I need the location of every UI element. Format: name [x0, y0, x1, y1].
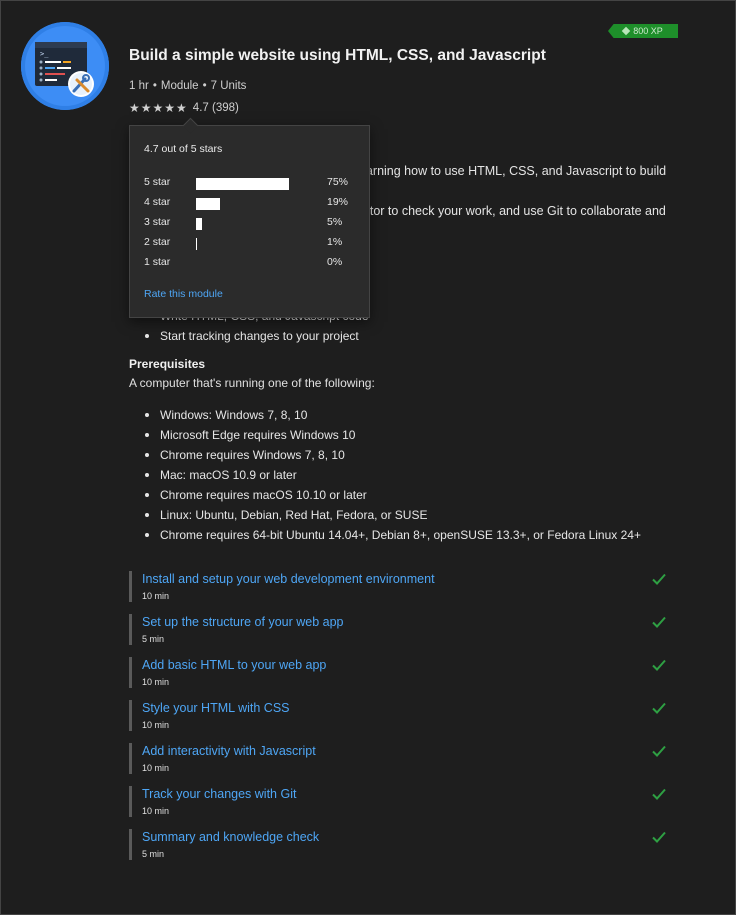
- unit-indicator-bar: [129, 657, 132, 688]
- rate-module-link[interactable]: Rate this module: [144, 288, 223, 300]
- unit-indicator-bar: [129, 700, 132, 731]
- rating-distribution: 5 star 75% 4 star 19% 3 star 5% 2 star 1…: [144, 176, 359, 276]
- checkmark-icon: [652, 573, 666, 585]
- list-item: Start tracking changes to your project: [129, 326, 689, 346]
- list-item: Chrome requires macOS 10.10 or later: [129, 485, 709, 505]
- code-editor-tools-icon: >_: [35, 42, 94, 97]
- unit-title-link[interactable]: Install and setup your web development e…: [142, 572, 435, 586]
- rating-bar-fill: [196, 238, 198, 250]
- rating-row-percent: 19%: [327, 196, 349, 208]
- checkmark-icon: [652, 831, 666, 843]
- rating-popover-headline: 4.7 out of 5 stars: [144, 143, 223, 155]
- list-item: Chrome requires 64-bit Ubuntu 14.04+, De…: [129, 525, 709, 545]
- unit-indicator-bar: [129, 743, 132, 774]
- rating-bar-track: [196, 198, 320, 210]
- unit-duration: 5 min: [142, 849, 165, 859]
- meta-separator: •: [152, 80, 157, 92]
- unit-duration: 10 min: [142, 806, 170, 816]
- rating-row: 5 star 75%: [144, 176, 359, 196]
- unit-title-link[interactable]: Set up the structure of your web app: [142, 615, 344, 629]
- rating-bar-track: [196, 178, 320, 190]
- prerequisites-heading: Prerequisites: [129, 357, 206, 371]
- unit-item[interactable]: Install and setup your web development e…: [129, 571, 669, 614]
- module-duration: 1 hr: [129, 80, 149, 92]
- xp-badge: 800 XP: [608, 24, 678, 38]
- unit-indicator-bar: [129, 571, 132, 602]
- rating-bar-track: [196, 218, 320, 230]
- rating-row: 3 star 5%: [144, 216, 359, 236]
- unit-item[interactable]: Track your changes with Git 10 min: [129, 786, 669, 829]
- checkmark-icon: [652, 659, 666, 671]
- unit-title-link[interactable]: Add basic HTML to your web app: [142, 658, 326, 672]
- unit-item[interactable]: Add interactivity with Javascript 10 min: [129, 743, 669, 786]
- xp-value: 800 XP: [633, 26, 663, 36]
- meta-separator: •: [202, 80, 207, 92]
- rating-popover: 4.7 out of 5 stars 5 star 75% 4 star 19%…: [129, 125, 370, 318]
- unit-title-link[interactable]: Style your HTML with CSS: [142, 701, 290, 715]
- module-hero-icon: >_: [21, 22, 109, 110]
- prerequisites-list: Windows: Windows 7, 8, 10 Microsoft Edge…: [129, 405, 709, 545]
- unit-title-link[interactable]: Summary and knowledge check: [142, 830, 319, 844]
- unit-title-link[interactable]: Track your changes with Git: [142, 787, 296, 801]
- unit-item[interactable]: Add basic HTML to your web app 10 min: [129, 657, 669, 700]
- unit-item[interactable]: Set up the structure of your web app 5 m…: [129, 614, 669, 657]
- unit-duration: 10 min: [142, 677, 170, 687]
- checkmark-icon: [652, 702, 666, 714]
- checkmark-icon: [652, 788, 666, 800]
- rating-row-percent: 5%: [327, 216, 343, 228]
- rating-bar-fill: [196, 198, 220, 210]
- list-item: Windows: Windows 7, 8, 10: [129, 405, 709, 425]
- checkmark-icon: [652, 616, 666, 628]
- unit-duration: 10 min: [142, 763, 170, 773]
- rating-bar-track: [196, 238, 320, 250]
- rating-row-label: 4 star: [144, 196, 171, 208]
- module-type: Module: [160, 80, 199, 92]
- rating-row-label: 1 star: [144, 256, 171, 268]
- unit-indicator-bar: [129, 614, 132, 645]
- unit-duration: 10 min: [142, 591, 170, 601]
- module-title: Build a simple website using HTML, CSS, …: [129, 47, 546, 64]
- rating-row: 1 star 0%: [144, 256, 359, 276]
- rating-row-label: 3 star: [144, 216, 171, 228]
- svg-text:>_: >_: [40, 50, 49, 58]
- rating-row-percent: 0%: [327, 256, 343, 268]
- rating-row-label: 5 star: [144, 176, 171, 188]
- rating-bar-fill: [196, 178, 289, 190]
- xp-diamond-icon: [621, 26, 631, 35]
- star-icon: ★★★★★: [129, 101, 188, 115]
- rating-row: 4 star 19%: [144, 196, 359, 216]
- unit-list: Install and setup your web development e…: [129, 571, 669, 872]
- rating-bar-track: [196, 258, 320, 270]
- rating-row: 2 star 1%: [144, 236, 359, 256]
- rating-row-label: 2 star: [144, 236, 171, 248]
- rating-count: (398): [212, 102, 239, 114]
- unit-title-link[interactable]: Add interactivity with Javascript: [142, 744, 316, 758]
- list-item: Chrome requires Windows 7, 8, 10: [129, 445, 709, 465]
- rating-bar-fill: [196, 218, 203, 230]
- list-item: Microsoft Edge requires Windows 10: [129, 425, 709, 445]
- prerequisites-intro: A computer that's running one of the fol…: [129, 376, 375, 390]
- rating-row-percent: 1%: [327, 236, 343, 248]
- rating-summary[interactable]: ★★★★★ 4.7 (398): [129, 101, 239, 115]
- module-meta: 1 hr • Module • 7 Units: [129, 80, 246, 92]
- unit-duration: 5 min: [142, 634, 165, 644]
- module-units-count: 7 Units: [210, 80, 247, 92]
- checkmark-icon: [652, 745, 666, 757]
- unit-duration: 10 min: [142, 720, 170, 730]
- rating-row-percent: 75%: [327, 176, 349, 188]
- list-item: Linux: Ubuntu, Debian, Red Hat, Fedora, …: [129, 505, 709, 525]
- unit-item[interactable]: Style your HTML with CSS 10 min: [129, 700, 669, 743]
- module-page: >_ 800 XP Build a simple website using H…: [0, 0, 736, 915]
- unit-indicator-bar: [129, 786, 132, 817]
- rating-value: 4.7: [192, 102, 209, 114]
- unit-indicator-bar: [129, 829, 132, 860]
- list-item: Mac: macOS 10.9 or later: [129, 465, 709, 485]
- unit-item[interactable]: Summary and knowledge check 5 min: [129, 829, 669, 872]
